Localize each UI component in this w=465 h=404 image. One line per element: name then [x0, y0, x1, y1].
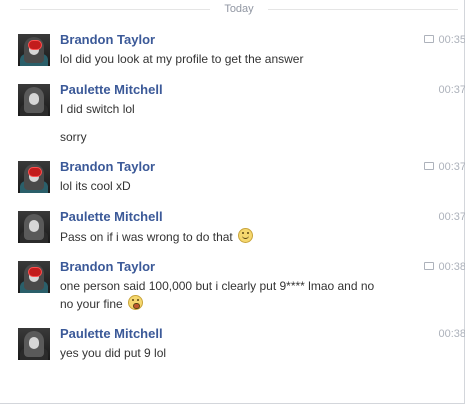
sender-name[interactable]: Paulette Mitchell [60, 82, 163, 98]
timestamp: 00:37 [438, 84, 465, 96]
chat-conversation: Today Brandon Taylor 00:35 lol did you l… [0, 0, 465, 404]
sender-name[interactable]: Brandon Taylor [60, 32, 155, 48]
divider-line-left [20, 9, 210, 10]
sender-name[interactable]: Paulette Mitchell [60, 209, 163, 225]
timestamp: 00:37 [438, 211, 465, 223]
avatar[interactable] [18, 84, 50, 116]
message-text: one person said 100,000 but i clearly pu… [60, 279, 375, 293]
message-text: Pass on if i was wrong to do that [60, 228, 420, 245]
timestamp: 00:35 [424, 33, 465, 47]
chat-bubble-icon [424, 35, 435, 43]
day-divider-label: Today [224, 3, 254, 15]
day-divider: Today [0, 2, 460, 16]
timestamp-text: 00:35 [438, 34, 465, 46]
timestamp: 00:37 [424, 160, 465, 174]
message-text: yes you did put 9 lol [60, 346, 167, 360]
chat-bubble-icon [424, 262, 435, 270]
surprised-emoticon-icon [128, 295, 144, 310]
message-text: I did switch lol [60, 102, 135, 116]
sender-name[interactable]: Paulette Mitchell [60, 326, 163, 342]
message-text: lol did you look at my profile to get th… [60, 52, 304, 66]
message-text: lol its cool xD [60, 179, 131, 193]
timestamp: 00:38 [424, 260, 465, 274]
message-text: sorry [60, 130, 87, 144]
message-text-content: Pass on if i was wrong to do that [60, 230, 233, 244]
sender-name[interactable]: Brandon Taylor [60, 259, 155, 275]
message-text: no your fine [60, 295, 420, 312]
smile-emoticon-icon [238, 228, 254, 243]
sender-name[interactable]: Brandon Taylor [60, 159, 155, 175]
avatar[interactable] [18, 261, 50, 293]
divider-line-right [268, 9, 458, 10]
avatar[interactable] [18, 211, 50, 243]
avatar[interactable] [18, 161, 50, 193]
message-text-content: no your fine [60, 297, 123, 311]
avatar[interactable] [18, 34, 50, 66]
chat-bubble-icon [424, 162, 435, 170]
avatar[interactable] [18, 328, 50, 360]
timestamp-text: 00:38 [438, 261, 465, 273]
timestamp: 00:38 [438, 328, 465, 340]
timestamp-text: 00:37 [438, 161, 465, 173]
